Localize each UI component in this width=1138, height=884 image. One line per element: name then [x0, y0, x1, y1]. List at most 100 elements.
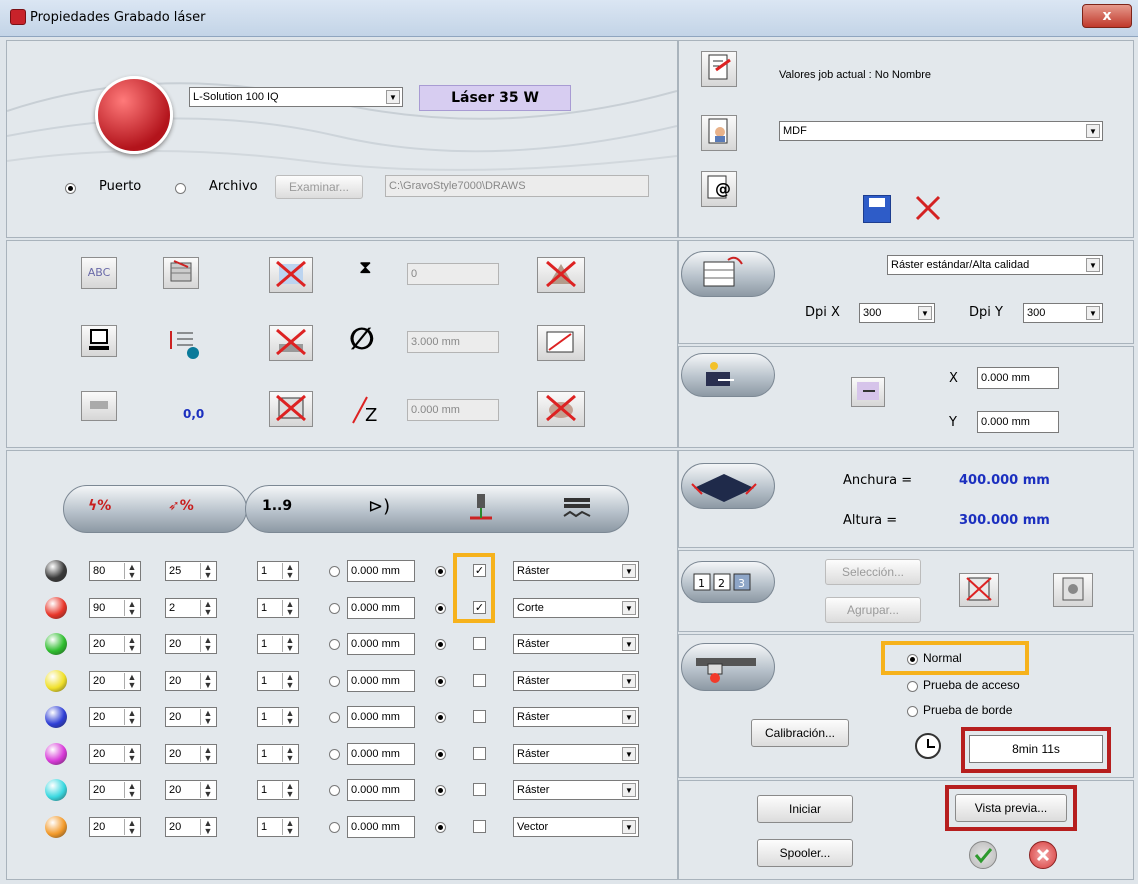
offset-field[interactable]: 0.000 mm [347, 779, 415, 801]
process-mode-select[interactable]: Ráster ▼ [513, 671, 639, 691]
passes-spinner[interactable]: 1 ▲ ▼ [257, 671, 299, 691]
auto-radio[interactable] [435, 749, 446, 760]
calibration-button[interactable]: Calibración... [751, 719, 849, 747]
power-spinner[interactable]: 20 ▲ ▼ [89, 780, 141, 800]
power-spinner[interactable]: 20 ▲ ▼ [89, 634, 141, 654]
speed-spinner[interactable]: 20 ▲ ▼ [165, 671, 217, 691]
selection-button[interactable]: Selección... [825, 559, 921, 585]
process-mode-select[interactable]: Ráster ▼ [513, 744, 639, 764]
auto-radio[interactable] [435, 785, 446, 796]
spooler-button[interactable]: Spooler... [757, 839, 853, 867]
close-button[interactable]: x [1082, 4, 1132, 28]
air-assist-checkbox[interactable] [473, 637, 486, 650]
frame-icon[interactable] [81, 391, 117, 421]
port-radio[interactable] [65, 183, 76, 194]
dpi-x-select[interactable]: 300 ▼ [859, 303, 935, 323]
offset-radio[interactable] [329, 785, 340, 796]
speed-spinner[interactable]: 20 ▲ ▼ [165, 707, 217, 727]
passes-spinner[interactable]: 1 ▲ ▼ [257, 634, 299, 654]
ok-icon[interactable] [969, 841, 997, 869]
delete-icon[interactable] [913, 193, 943, 223]
offset-radio[interactable] [329, 712, 340, 723]
resize-corner-icon[interactable] [537, 325, 585, 361]
counter-field[interactable]: 0 [407, 263, 499, 285]
machine-select[interactable]: L-Solution 100 IQ ▼ [189, 87, 403, 107]
raster-mode-select[interactable]: Ráster estándar/Alta calidad ▼ [887, 255, 1103, 275]
passes-spinner[interactable]: 1 ▲ ▼ [257, 707, 299, 727]
no-focus-icon[interactable] [537, 391, 585, 427]
offset-radio[interactable] [329, 822, 340, 833]
offset-field[interactable]: 0.000 mm [347, 560, 415, 582]
offset-field[interactable]: 0.000 mm [347, 670, 415, 692]
raster-grid-icon[interactable] [163, 257, 199, 289]
browse-button[interactable]: Examinar... [275, 175, 363, 199]
offset-y-field[interactable]: 0.000 mm [977, 411, 1059, 433]
offset-radio[interactable] [329, 566, 340, 577]
passes-spinner[interactable]: 1 ▲ ▼ [257, 780, 299, 800]
email-profile-icon[interactable]: @ [701, 171, 737, 207]
speed-spinner[interactable]: 20 ▲ ▼ [165, 817, 217, 837]
passes-spinner[interactable]: 1 ▲ ▼ [257, 598, 299, 618]
material-select[interactable]: MDF ▼ [779, 121, 1103, 141]
save-icon[interactable] [863, 195, 891, 223]
material-profile-icon[interactable] [701, 115, 737, 151]
passes-spinner[interactable]: 1 ▲ ▼ [257, 744, 299, 764]
auto-radio[interactable] [435, 566, 446, 577]
speed-spinner[interactable]: 20 ▲ ▼ [165, 744, 217, 764]
offset-field[interactable]: 0.000 mm [347, 816, 415, 838]
offset-field[interactable]: 0.000 mm [347, 706, 415, 728]
offset-field[interactable]: 0.000 mm [347, 597, 415, 619]
auto-radio[interactable] [435, 676, 446, 687]
border-test-radio[interactable] [907, 706, 918, 717]
power-spinner[interactable]: 20 ▲ ▼ [89, 671, 141, 691]
auto-radio[interactable] [435, 603, 446, 614]
process-mode-select[interactable]: Corte ▼ [513, 598, 639, 618]
no-pages-icon[interactable] [959, 573, 999, 607]
speed-spinner[interactable]: 25 ▲ ▼ [165, 561, 217, 581]
start-button[interactable]: Iniciar [757, 795, 853, 823]
path-field[interactable]: C:\GravoStyle7000\DRAWS [385, 175, 649, 197]
diameter-field[interactable]: 3.000 mm [407, 331, 499, 353]
speed-spinner[interactable]: 2 ▲ ▼ [165, 598, 217, 618]
file-radio[interactable] [175, 183, 186, 194]
process-mode-select[interactable]: Vector ▼ [513, 817, 639, 837]
dpi-y-select[interactable]: 300 ▼ [1023, 303, 1103, 323]
offset-radio[interactable] [329, 603, 340, 614]
power-spinner[interactable]: 90 ▲ ▼ [89, 598, 141, 618]
power-spinner[interactable]: 20 ▲ ▼ [89, 744, 141, 764]
power-spinner[interactable]: 20 ▲ ▼ [89, 817, 141, 837]
process-mode-select[interactable]: Ráster ▼ [513, 707, 639, 727]
air-assist-checkbox[interactable] [473, 747, 486, 760]
move-origin-icon[interactable] [851, 377, 885, 407]
passes-spinner[interactable]: 1 ▲ ▼ [257, 817, 299, 837]
z-field[interactable]: 0.000 mm [407, 399, 499, 421]
speed-spinner[interactable]: 20 ▲ ▼ [165, 780, 217, 800]
offset-radio[interactable] [329, 676, 340, 687]
no-frame-icon[interactable] [269, 391, 313, 427]
air-assist-checkbox[interactable]: ✓ [473, 601, 486, 614]
offset-x-field[interactable]: 0.000 mm [977, 367, 1059, 389]
process-mode-select[interactable]: Ráster ▼ [513, 561, 639, 581]
offset-radio[interactable] [329, 639, 340, 650]
computer-icon[interactable] [81, 325, 117, 357]
normal-radio[interactable] [907, 654, 918, 665]
auto-radio[interactable] [435, 822, 446, 833]
power-spinner[interactable]: 80 ▲ ▼ [89, 561, 141, 581]
offset-field[interactable]: 0.000 mm [347, 633, 415, 655]
speed-spinner[interactable]: 20 ▲ ▼ [165, 634, 217, 654]
air-assist-checkbox[interactable] [473, 820, 486, 833]
offset-radio[interactable] [329, 749, 340, 760]
no-table-icon[interactable] [269, 325, 313, 361]
sort-order-icon[interactable] [165, 325, 201, 361]
preview-button[interactable]: Vista previa... [955, 794, 1067, 822]
auto-radio[interactable] [435, 712, 446, 723]
access-test-radio[interactable] [907, 681, 918, 692]
air-assist-checkbox[interactable] [473, 783, 486, 796]
process-mode-select[interactable]: Ráster ▼ [513, 780, 639, 800]
offset-field[interactable]: 0.000 mm [347, 743, 415, 765]
power-spinner[interactable]: 20 ▲ ▼ [89, 707, 141, 727]
cancel-icon[interactable] [1029, 841, 1057, 869]
auto-radio[interactable] [435, 639, 446, 650]
air-assist-checkbox[interactable] [473, 710, 486, 723]
group-button[interactable]: Agrupar... [825, 597, 921, 623]
